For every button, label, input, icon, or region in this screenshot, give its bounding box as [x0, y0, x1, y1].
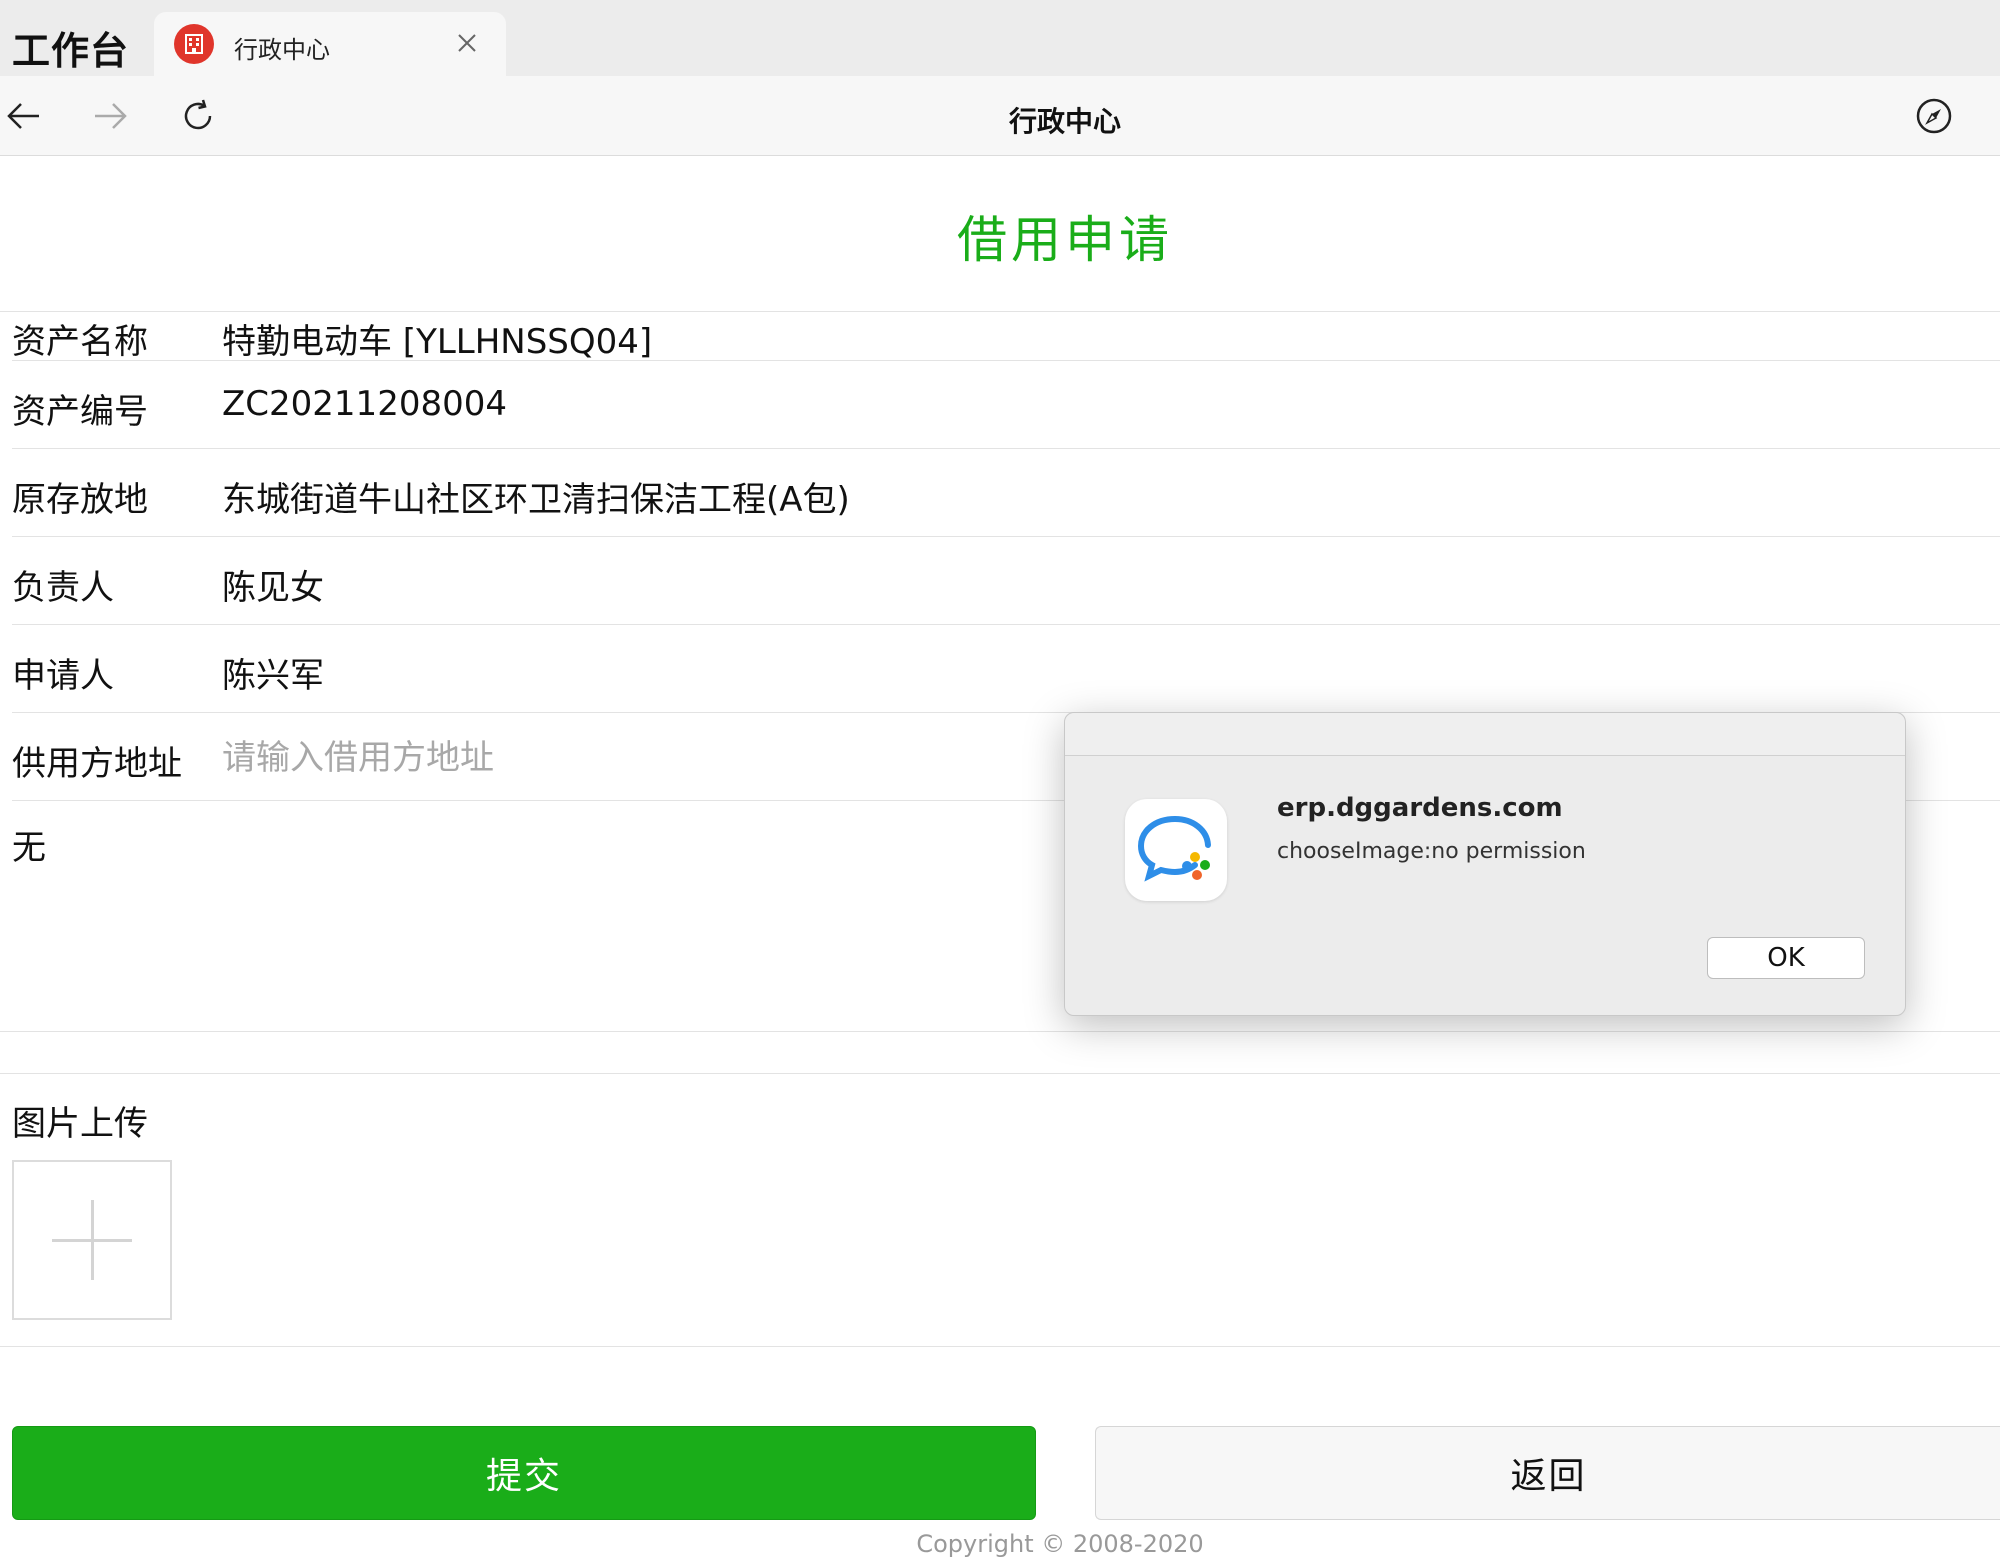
asset-number-label: 资产编号: [12, 392, 148, 432]
divider: [0, 1073, 2000, 1074]
responsible-person-value: 陈见女: [222, 568, 324, 608]
asset-name-value: 特勤电动车 [YLLHNSSQ04]: [222, 322, 653, 362]
building-icon: [174, 24, 214, 64]
chat-app-icon: [1125, 799, 1227, 901]
add-image-button[interactable]: [12, 1160, 172, 1320]
copyright-text: Copyright © 2008-2020: [916, 1530, 1204, 1558]
submit-button[interactable]: 提交: [12, 1426, 1036, 1520]
ok-button[interactable]: OK: [1707, 937, 1865, 979]
dialog-message: chooseImage:no permission: [1277, 839, 1586, 864]
remark-textarea[interactable]: 无: [12, 820, 1052, 1020]
return-button[interactable]: 返回: [1095, 1426, 2000, 1520]
asset-name-label: 资产名称: [12, 322, 148, 362]
dialog-title: erp.dggardens.com: [1277, 793, 1563, 823]
nav-title: 行政中心: [1008, 105, 1121, 138]
divider: [0, 1346, 2000, 1347]
tab-admin-center[interactable]: 行政中心: [154, 12, 506, 76]
close-icon[interactable]: [452, 28, 482, 58]
dialog-titlebar[interactable]: [1065, 713, 1905, 756]
asset-number-value: ZC20211208004: [222, 384, 507, 424]
image-upload-label: 图片上传: [12, 1104, 148, 1144]
original-location-value: 东城街道牛山社区环卫清扫保洁工程(A包): [222, 480, 850, 520]
divider: [0, 311, 2000, 312]
navigation-bar: 行政中心: [0, 76, 2000, 156]
page-title: 借用申请: [957, 211, 1173, 269]
divider: [12, 536, 2000, 537]
compass-icon[interactable]: [1912, 94, 1956, 138]
borrower-address-label: 供用方地址: [12, 744, 182, 784]
divider: [0, 1031, 2000, 1032]
divider: [12, 360, 2000, 361]
tab-label: 行政中心: [234, 36, 330, 64]
applicant-value: 陈兴军: [222, 656, 324, 696]
applicant-label: 申请人: [12, 656, 114, 696]
borrower-address-input[interactable]: [222, 730, 1042, 786]
divider: [12, 624, 2000, 625]
responsible-person-label: 负责人: [12, 568, 114, 608]
tab-strip: 工作台 行政中心: [0, 0, 2000, 76]
original-location-label: 原存放地: [12, 480, 148, 520]
alert-dialog: erp.dggardens.com chooseImage:no permiss…: [1064, 712, 1906, 1016]
app-title: 工作台: [12, 29, 130, 73]
divider: [12, 448, 2000, 449]
